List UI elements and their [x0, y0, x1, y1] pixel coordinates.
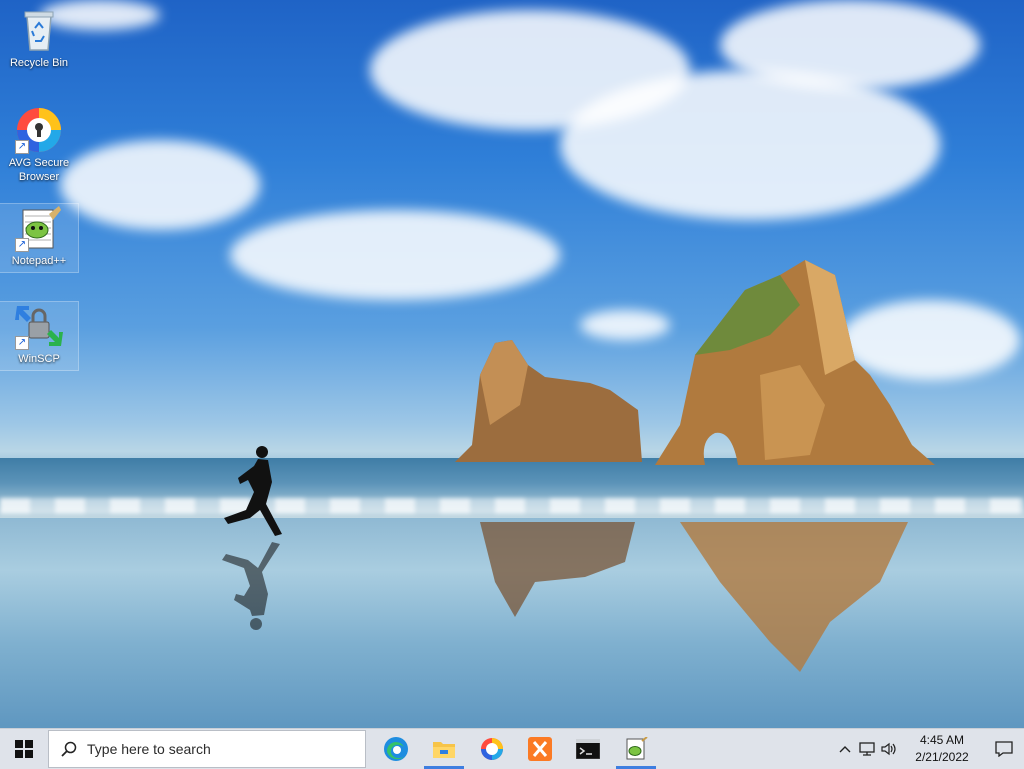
taskbar: Type here to search 4:45 AM 2/21/2022	[0, 728, 1024, 769]
cloud	[720, 0, 980, 90]
notification-icon	[995, 741, 1013, 757]
desktop-wallpaper: Recycle Bin ↗ AVG Secure Browser ↗ Notep…	[0, 0, 1024, 728]
taskbar-app-xampp[interactable]	[516, 729, 564, 769]
taskbar-app-notepad-plus-plus[interactable]	[612, 729, 660, 769]
xampp-icon	[528, 737, 552, 761]
shortcut-arrow-icon: ↗	[15, 336, 29, 350]
notepad-plus-plus-icon	[626, 737, 648, 760]
volume-icon[interactable]	[878, 729, 900, 769]
avg-browser-icon: ↗	[15, 106, 63, 154]
show-hidden-icons-chevron-icon[interactable]	[834, 729, 856, 769]
start-button[interactable]	[0, 729, 48, 769]
search-placeholder: Type here to search	[87, 741, 211, 757]
taskbar-app-command-prompt[interactable]	[564, 729, 612, 769]
clock-time: 4:45 AM	[919, 733, 965, 747]
runner-silhouette	[222, 446, 282, 630]
windows-logo-icon	[15, 740, 33, 758]
surf-foam	[0, 498, 1024, 514]
winscp-icon: ↗	[15, 302, 63, 350]
notepad-plus-plus-icon: ↗	[15, 204, 63, 252]
taskbar-app-edge[interactable]	[372, 729, 420, 769]
cmd-icon	[576, 739, 600, 759]
shortcut-arrow-icon: ↗	[15, 238, 29, 252]
recycle-bin-icon	[15, 6, 63, 54]
left-rock	[455, 340, 642, 462]
desktop-icon-avg-secure-browser[interactable]: ↗ AVG Secure Browser	[0, 106, 78, 184]
right-rock-reflection	[680, 522, 908, 672]
shortcut-arrow-icon: ↗	[15, 140, 29, 154]
system-tray: 4:45 AM 2/21/2022	[834, 729, 1024, 769]
desktop-icon-label: AVG Secure Browser	[8, 157, 70, 183]
search-icon	[61, 741, 77, 757]
desktop-icon-label: Notepad++	[11, 255, 67, 267]
taskbar-app-file-explorer[interactable]	[420, 729, 468, 769]
action-center-button[interactable]	[984, 741, 1024, 757]
search-box[interactable]: Type here to search	[48, 730, 366, 768]
taskbar-app-avg-browser[interactable]	[468, 729, 516, 769]
network-icon[interactable]	[856, 729, 878, 769]
file-explorer-icon	[433, 742, 455, 758]
desktop-icon-recycle-bin[interactable]: Recycle Bin	[0, 6, 78, 70]
clock[interactable]: 4:45 AM 2/21/2022	[900, 732, 984, 766]
right-rock-arch	[655, 260, 935, 465]
desktop-icon-winscp[interactable]: ↗ WinSCP	[0, 301, 79, 371]
clock-date: 2/21/2022	[915, 750, 969, 764]
cloud	[560, 70, 940, 220]
desktop-icon-notepad-plus-plus[interactable]: ↗ Notepad++	[0, 203, 79, 273]
cloud	[60, 140, 260, 230]
edge-icon	[384, 737, 408, 761]
desktop-icon-label: Recycle Bin	[9, 57, 69, 69]
cloud	[230, 210, 560, 300]
avg-browser-icon	[481, 738, 503, 760]
desktop-icon-label: WinSCP	[18, 353, 60, 365]
left-rock-reflection	[480, 522, 635, 617]
